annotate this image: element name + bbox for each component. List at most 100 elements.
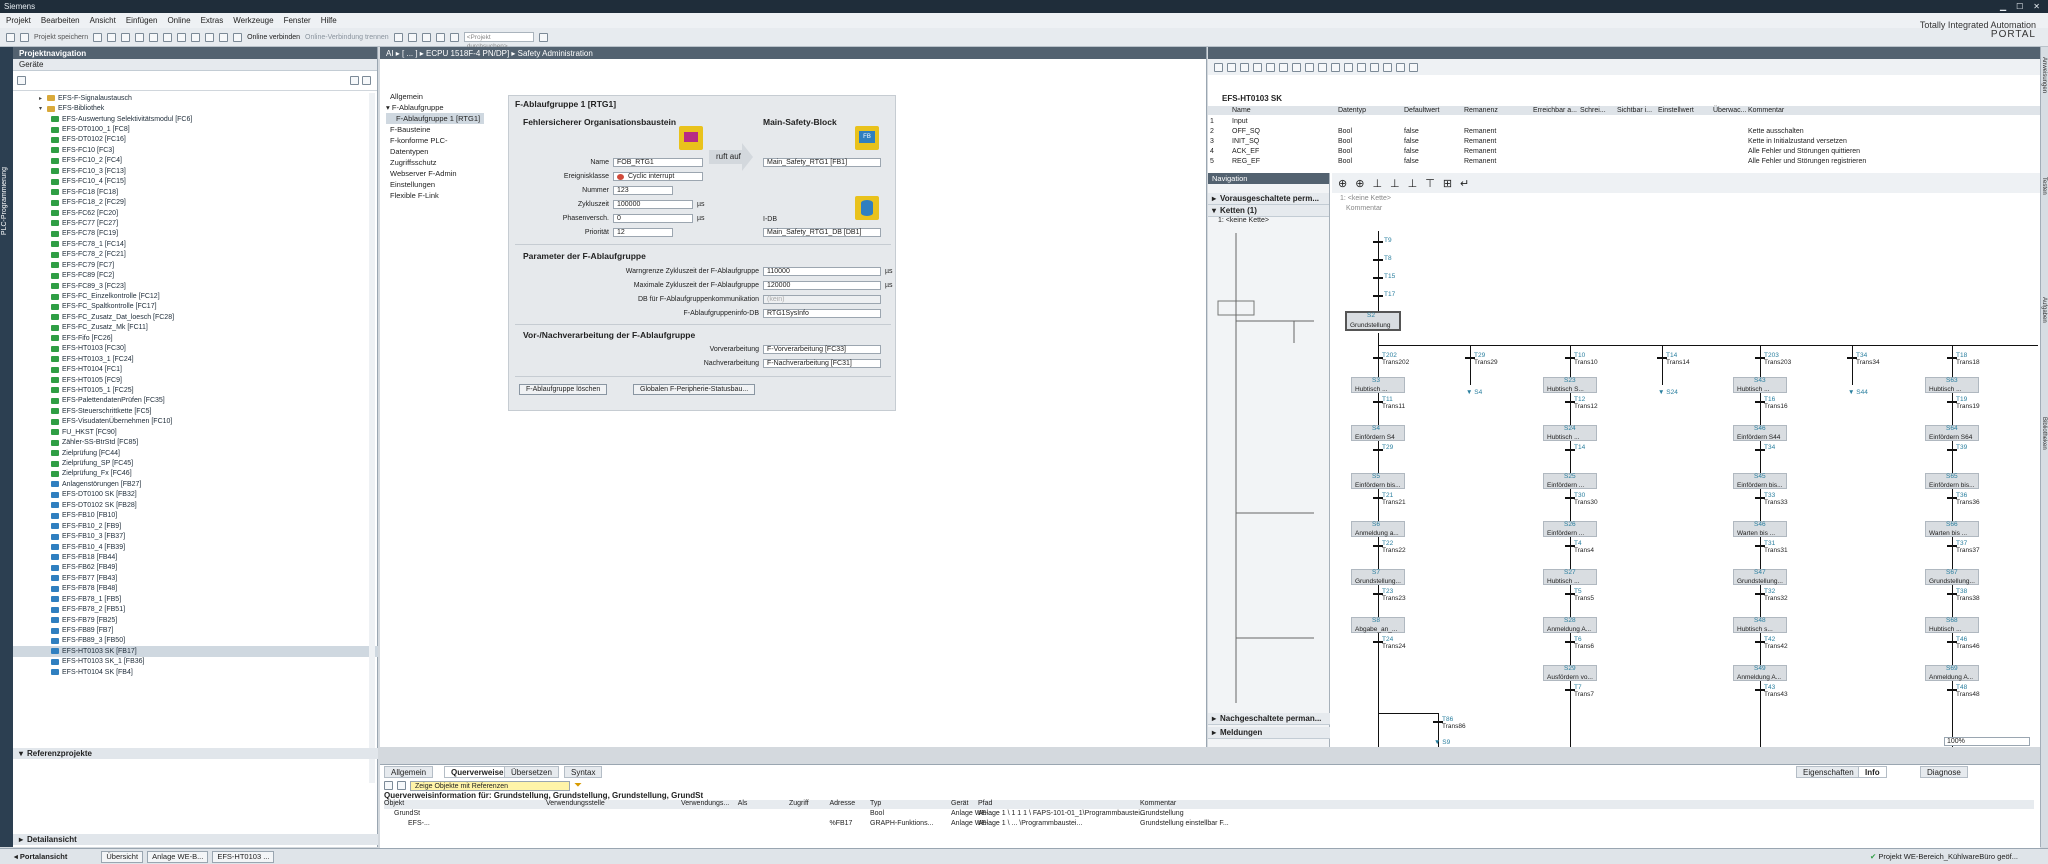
main-step-grundstellung[interactable]: S2 Grundstellung (1345, 311, 1401, 331)
global-periphery-status-button[interactable]: Globalen F-Peripherie-Statusbau... (633, 384, 756, 395)
graph-step[interactable]: S63 Hubtisch ... (1925, 377, 1979, 393)
tree-item[interactable]: EFS-FC77 [FC27] (13, 218, 378, 228)
tree-item[interactable]: EFS-FC78_1 [FC14] (13, 239, 378, 249)
transition-label[interactable]: T5 Trans5 (1574, 588, 1594, 602)
table-row[interactable]: 2 OFF_SQ Bool false Remanent Kette ausschalte… (1208, 126, 2040, 136)
safety-nav-item[interactable]: F-Ablaufgruppe 1 [RTG1] (386, 113, 484, 124)
search-icon[interactable] (538, 32, 548, 42)
transition-label[interactable]: T30 Trans30 (1574, 492, 1598, 506)
tree-item[interactable]: EFS-DT0102 [FC16] (13, 135, 378, 145)
graph-step[interactable]: S68 Hubtisch ... (1925, 617, 1979, 633)
param-field[interactable]: RTG1SysInfo (763, 309, 881, 318)
graph-step[interactable]: S23 Hubtisch S... (1543, 377, 1597, 393)
transition-label[interactable]: T15 (1384, 273, 1395, 280)
transition-label[interactable]: T22 Trans22 (1382, 540, 1406, 554)
plc-programming-tab[interactable]: PLC-Programmierung (1, 167, 8, 235)
filter-mode-icon[interactable] (397, 781, 406, 790)
stop-cpu-icon[interactable] (421, 32, 431, 42)
inspector-tab-1[interactable]: Querverweise (444, 766, 511, 778)
graph-step[interactable]: S6 Anmeldung a... (1351, 521, 1405, 537)
filter-icon[interactable]: ⏷ (574, 780, 582, 791)
expand-icon[interactable]: ▸ (39, 95, 45, 102)
tree-item[interactable]: EFS-HT0103 SK [FB17] (13, 646, 378, 657)
toolbar-icon-12[interactable] (1357, 62, 1366, 72)
tree-item[interactable]: EFS-VisudatenÜbernehmen [FC10] (13, 417, 378, 427)
tree-item[interactable]: EFS-FC_Einzelkontrolle [FC12] (13, 291, 378, 301)
open-editor-tab[interactable]: EFS-HT0103 ... (212, 850, 275, 863)
jump-icon[interactable]: ⊥ (1390, 177, 1400, 190)
main-safety-block-select[interactable]: Main_Safety_RTG1 [FB1] (763, 158, 881, 167)
tree-item[interactable]: EFS-FB78 [FB48] (13, 584, 378, 594)
safety-nav-item[interactable]: Webserver F-Admin (386, 168, 484, 179)
tree-item[interactable]: EFS-FC10_4 [FC15] (13, 177, 378, 187)
tree-item[interactable]: ▾ EFS-Bibliothek (13, 103, 378, 113)
zoom-select[interactable]: 100% (1944, 737, 2030, 746)
transition-label[interactable]: T14 Trans14 (1666, 352, 1690, 366)
cycle-time-field[interactable]: 100000 (613, 200, 693, 209)
tree-item[interactable]: EFS-DT0100 SK [FB32] (13, 490, 378, 500)
toolbar-icon-9[interactable] (1318, 62, 1327, 72)
tree-item[interactable]: Anlagenstörungen [FB27] (13, 479, 378, 489)
jump-target[interactable]: ▼ S44 (1848, 389, 1868, 396)
tree-item[interactable]: EFS-FC_Zusatz_Dat_loesch [FC28] (13, 312, 378, 322)
tree-item[interactable]: EFS-FC18 [FC18] (13, 187, 378, 197)
pre-permanent-section[interactable]: ▸ Vorausgeschaltete perm... (1208, 193, 1329, 205)
tree-item[interactable]: EFS-HT0105 [FC9] (13, 375, 378, 385)
phase-shift-field[interactable]: 0 (613, 214, 693, 223)
jump-target[interactable]: ▼ S24 (1658, 389, 1678, 396)
tree-item[interactable]: EFS-FC78_2 [FC21] (13, 250, 378, 260)
delete-runtime-group-button[interactable]: F-Ablaufgruppe löschen (519, 384, 608, 395)
tree-item[interactable]: EFS-PalettendatenPrüfen [FC35] (13, 396, 378, 406)
upload-icon[interactable] (219, 32, 229, 42)
graph-step[interactable]: S49 Anmeldung A... (1733, 665, 1787, 681)
table-row[interactable]: GrundSt Bool Anlage WE-... Anlage 1 \ 1 1 1… (384, 810, 2034, 820)
transition-label[interactable]: T32 Trans32 (1764, 588, 1788, 602)
expand-icon[interactable]: ▾ (39, 105, 45, 112)
task-card-tab[interactable]: Bibliotheken (2041, 417, 2047, 450)
devices-tab[interactable]: Geräte (13, 59, 377, 71)
tree-item[interactable]: EFS-Auswertung Selektivitätsmodul [FC6] (13, 114, 378, 124)
task-card-tab[interactable]: Aufgaben (2041, 297, 2047, 323)
toolbar-icon-11[interactable] (1344, 62, 1353, 72)
add-folder-icon[interactable] (17, 76, 26, 85)
portal-view-button[interactable]: ◂ Portalansicht (14, 852, 67, 861)
safety-nav-item[interactable]: Flexible F-Link (386, 190, 484, 201)
transition-bar[interactable] (1373, 259, 1383, 261)
transition-label[interactable]: T31 Trans31 (1764, 540, 1788, 554)
toolbar-icon-3[interactable] (1240, 62, 1249, 72)
toolbar-icon-4[interactable] (1253, 62, 1262, 72)
transition-label[interactable]: T8 (1384, 255, 1392, 262)
transition-label[interactable]: T19 Trans19 (1956, 396, 1980, 410)
transition-bar[interactable] (1373, 295, 1383, 297)
preprocessing-select[interactable]: F-Vorverarbeitung [FC33] (763, 345, 881, 354)
close-branch-icon[interactable]: ↵ (1460, 177, 1469, 190)
transition-label[interactable]: T10 Trans10 (1574, 352, 1598, 366)
graph-step[interactable]: S5 Einfördern bis... (1351, 473, 1405, 489)
tree-item[interactable]: EFS-FB10_3 [FB37] (13, 531, 378, 541)
transition-label[interactable]: T18 Trans18 (1956, 352, 1980, 366)
crossref-filter-select[interactable]: Zeige Objekte mit Referenzen (410, 780, 570, 791)
graph-step[interactable]: S4 Einfördern S4 (1351, 425, 1405, 441)
safety-nav-item[interactable]: F-konforme PLC-Datentypen (386, 135, 484, 157)
safety-nav-item[interactable]: F-Bausteine (386, 124, 484, 135)
transition-icon[interactable]: ⊥ (1372, 177, 1382, 190)
event-class-field[interactable]: Cyclic interrupt (613, 172, 703, 181)
go-offline-button[interactable]: Online-Verbindung trennen (305, 34, 389, 41)
tree-item[interactable]: ▸ EFS-F-Signalaustausch (13, 93, 378, 103)
table-row[interactable]: 5 REG_EF Bool false Remanent Alle Fehler und … (1208, 156, 2040, 166)
cut-icon[interactable] (107, 32, 117, 42)
transition-label[interactable]: T23 Trans23 (1382, 588, 1406, 602)
project-search-input[interactable]: <Projekt durchsuchen> (463, 32, 534, 50)
postprocessing-select[interactable]: F-Nachverarbeitung [FC31] (763, 359, 881, 368)
safety-nav-item[interactable]: ▾ F-Ablaufgruppe (386, 102, 484, 113)
graph-step[interactable]: S26 Einfördern ... (1543, 521, 1597, 537)
graph-step[interactable]: S43 Hubtisch ... (1733, 377, 1787, 393)
tree-item[interactable]: EFS-FC10_3 [FC13] (13, 166, 378, 176)
transition-label[interactable]: T24 Trans24 (1382, 636, 1406, 650)
graph-step[interactable]: S45 Einfördern bis... (1733, 473, 1787, 489)
graph-step[interactable]: S24 Hubtisch ... (1543, 425, 1597, 441)
graph-step[interactable]: S66 Warten bis ... (1925, 521, 1979, 537)
transition-label[interactable]: T43 Trans43 (1764, 684, 1788, 698)
tree-item[interactable]: Zielprüfung_Fx [FC46] (13, 469, 378, 479)
tree-item[interactable]: EFS-FC10 [FC3] (13, 145, 378, 155)
